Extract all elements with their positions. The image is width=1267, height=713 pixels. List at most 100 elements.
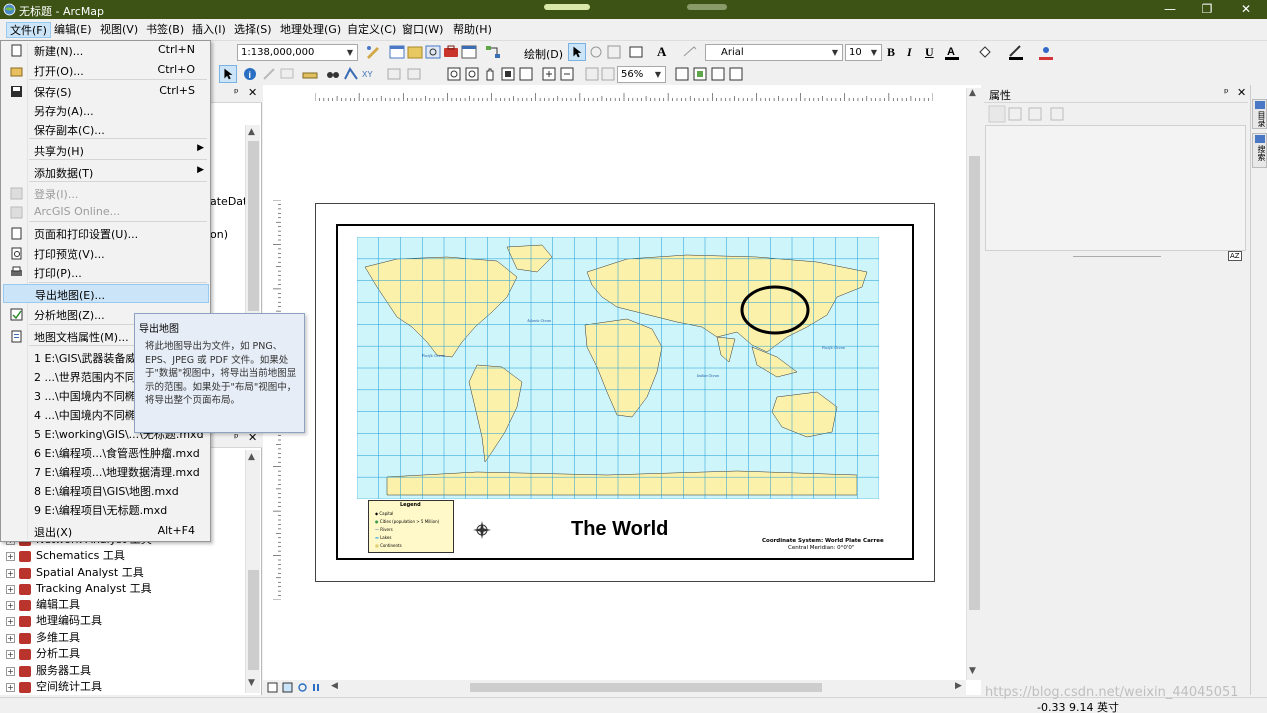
scroll-up-arrow[interactable]: ▲ <box>969 88 976 98</box>
menu-bookmarks[interactable]: 书签(B) <box>143 22 187 38</box>
select-elements-icon[interactable] <box>568 43 586 61</box>
marker-color-icon[interactable] <box>1037 43 1055 61</box>
scroll-up-arrow[interactable]: ▲ <box>248 452 255 462</box>
file-menu-item[interactable]: 保存副本(C)... <box>3 120 209 139</box>
menu-windows[interactable]: 窗口(W) <box>399 22 446 38</box>
italic-button[interactable]: I <box>907 45 912 60</box>
python-window-icon[interactable] <box>460 43 478 61</box>
pan-page-icon[interactable] <box>481 65 499 83</box>
file-menu-item[interactable]: 9 E:\编程项目\无标题.mxd <box>3 500 209 519</box>
toolbox-item-server[interactable]: + 服务器工具 <box>6 663 91 679</box>
html-popup-icon[interactable] <box>278 65 296 83</box>
go-forward-extent-icon[interactable] <box>599 65 617 83</box>
file-menu-item[interactable]: 添加数据(T) ▶ <box>3 163 209 182</box>
find-route-icon[interactable] <box>342 65 360 83</box>
file-menu-item[interactable]: 7 E:\编程项...\地理数据清理.mxd <box>3 462 209 481</box>
expand-icon[interactable]: + <box>6 649 15 659</box>
scroll-up-arrow[interactable]: ▲ <box>248 127 255 137</box>
layout-view-icon[interactable] <box>267 682 278 693</box>
data-driven-pages-icon[interactable] <box>727 65 745 83</box>
toolbox-item-spatial-statistics[interactable]: + 空间统计工具 <box>6 679 102 695</box>
identify-icon[interactable]: i <box>241 65 259 83</box>
bold-button[interactable]: B <box>887 45 895 60</box>
arctoolbox-icon[interactable] <box>442 43 460 61</box>
side-tab-search[interactable]: 搜索 <box>1252 133 1267 168</box>
map-scale-dropdown[interactable]: 1:138,000,000 ▼ <box>237 44 358 61</box>
draw-menu-label[interactable]: 绘制(D) <box>524 46 563 62</box>
font-name-dropdown[interactable]: Arial ▼ <box>705 44 843 61</box>
minimize-button[interactable]: — <box>1152 0 1188 19</box>
go-to-xy-icon[interactable]: XY <box>360 65 378 83</box>
menu-view[interactable]: 视图(V) <box>97 22 141 38</box>
coordinate-system-text[interactable]: Coordinate System: World Plate Carree <box>762 538 884 544</box>
menu-insert[interactable]: 插入(I) <box>189 22 229 38</box>
rectangle-icon[interactable] <box>627 43 645 61</box>
hyperlink-icon[interactable] <box>260 65 278 83</box>
change-layout-icon[interactable] <box>709 65 727 83</box>
menu-selection[interactable]: 选择(S) <box>231 22 275 38</box>
measure-icon[interactable] <box>301 65 319 83</box>
underline-button[interactable]: U <box>925 45 934 60</box>
callout-icon[interactable] <box>681 43 699 61</box>
fill-color-icon[interactable] <box>976 43 994 61</box>
data-view-icon[interactable] <box>282 682 293 693</box>
scroll-left-arrow[interactable]: ◀ <box>331 681 338 691</box>
file-menu-item[interactable]: 新建(N)... Ctrl+N <box>3 41 209 60</box>
map-data-frame[interactable]: Atlantic Ocean Pacific Ocean Indian Ocea… <box>336 224 914 560</box>
catalog-window-icon[interactable] <box>406 43 424 61</box>
font-color-icon[interactable]: A <box>943 43 961 61</box>
font-size-dropdown[interactable]: 10 ▼ <box>845 44 882 61</box>
expand-icon[interactable]: + <box>6 551 15 561</box>
menu-edit[interactable]: 编辑(E) <box>51 22 95 38</box>
central-meridian-text[interactable]: Central Meridian: 0°0'0" <box>788 545 854 551</box>
file-menu-item[interactable]: 保存(S) Ctrl+S <box>3 82 209 101</box>
time-slider-icon[interactable] <box>385 65 403 83</box>
fixed-zoom-in-icon[interactable] <box>540 65 558 83</box>
scroll-thumb[interactable] <box>248 570 259 670</box>
line-color-icon[interactable] <box>1007 43 1025 61</box>
maximize-button[interactable]: ❐ <box>1189 0 1225 19</box>
expand-icon[interactable]: + <box>6 633 15 643</box>
close-panel-icon[interactable]: ✕ <box>1237 86 1246 99</box>
close-panel-icon[interactable]: ✕ <box>248 86 257 99</box>
scroll-thumb[interactable] <box>470 683 822 692</box>
scroll-thumb[interactable] <box>969 156 980 610</box>
menu-file[interactable]: 文件(F) <box>6 22 51 38</box>
toolbox-item-spatial-analyst[interactable]: + Spatial Analyst 工具 <box>6 565 144 581</box>
expand-icon[interactable]: + <box>6 600 15 610</box>
layout-horizontal-scrollbar[interactable]: ◀ ▶ <box>263 680 966 695</box>
file-menu-item[interactable]: 打开(O)... Ctrl+O <box>3 61 209 80</box>
zoom-out-page-icon[interactable] <box>463 65 481 83</box>
scroll-down-arrow[interactable]: ▼ <box>248 678 255 688</box>
toolbox-item-multidimension[interactable]: + 多维工具 <box>6 630 80 646</box>
toolbox-item-schematics[interactable]: + Schematics 工具 <box>6 548 125 564</box>
find-icon[interactable] <box>324 65 342 83</box>
toolbox-item-editing[interactable]: + 编辑工具 <box>6 597 80 613</box>
select-features-pointer-icon[interactable] <box>219 65 237 83</box>
properties-toolbar-icons[interactable] <box>988 105 1078 123</box>
expand-icon[interactable]: + <box>6 666 15 676</box>
scroll-down-arrow[interactable]: ▼ <box>969 666 976 676</box>
toolbox-item-analysis[interactable]: + 分析工具 <box>6 646 80 662</box>
layout-vertical-scrollbar[interactable]: ▲ ▼ <box>966 88 981 680</box>
refresh-icon[interactable] <box>297 682 308 693</box>
legend[interactable]: Legend ◆ Capital ● Cities (population > … <box>368 500 454 553</box>
map-title[interactable]: The World <box>571 518 668 541</box>
menu-geoprocessing[interactable]: 地理处理(G) <box>277 22 344 38</box>
toolbox-item-tracking-analyst[interactable]: + Tracking Analyst 工具 <box>6 581 152 597</box>
search-window-icon[interactable] <box>424 43 442 61</box>
table-of-contents-icon[interactable] <box>388 43 406 61</box>
file-menu-item[interactable]: 8 E:\编程项目\GIS\地图.mxd <box>3 481 209 500</box>
file-menu-item[interactable]: 退出(X) Alt+F4 <box>3 522 209 541</box>
scroll-right-arrow[interactable]: ▶ <box>955 681 962 691</box>
zoom-percent-dropdown[interactable]: 56% ▼ <box>617 66 666 83</box>
north-arrow-icon[interactable] <box>472 520 492 540</box>
close-button[interactable]: ✕ <box>1228 0 1264 19</box>
menu-customize[interactable]: 自定义(C) <box>344 22 399 38</box>
side-tab-catalog[interactable]: 目录 <box>1252 99 1267 129</box>
file-menu-item[interactable]: 共享为(H) ▶ <box>3 141 209 160</box>
expand-icon[interactable]: + <box>6 568 15 578</box>
file-menu-item[interactable]: 导出地图(E)... <box>3 284 209 303</box>
focus-data-frame-icon[interactable] <box>691 65 709 83</box>
toolbox-item-geocoding[interactable]: + 地理编码工具 <box>6 613 102 629</box>
